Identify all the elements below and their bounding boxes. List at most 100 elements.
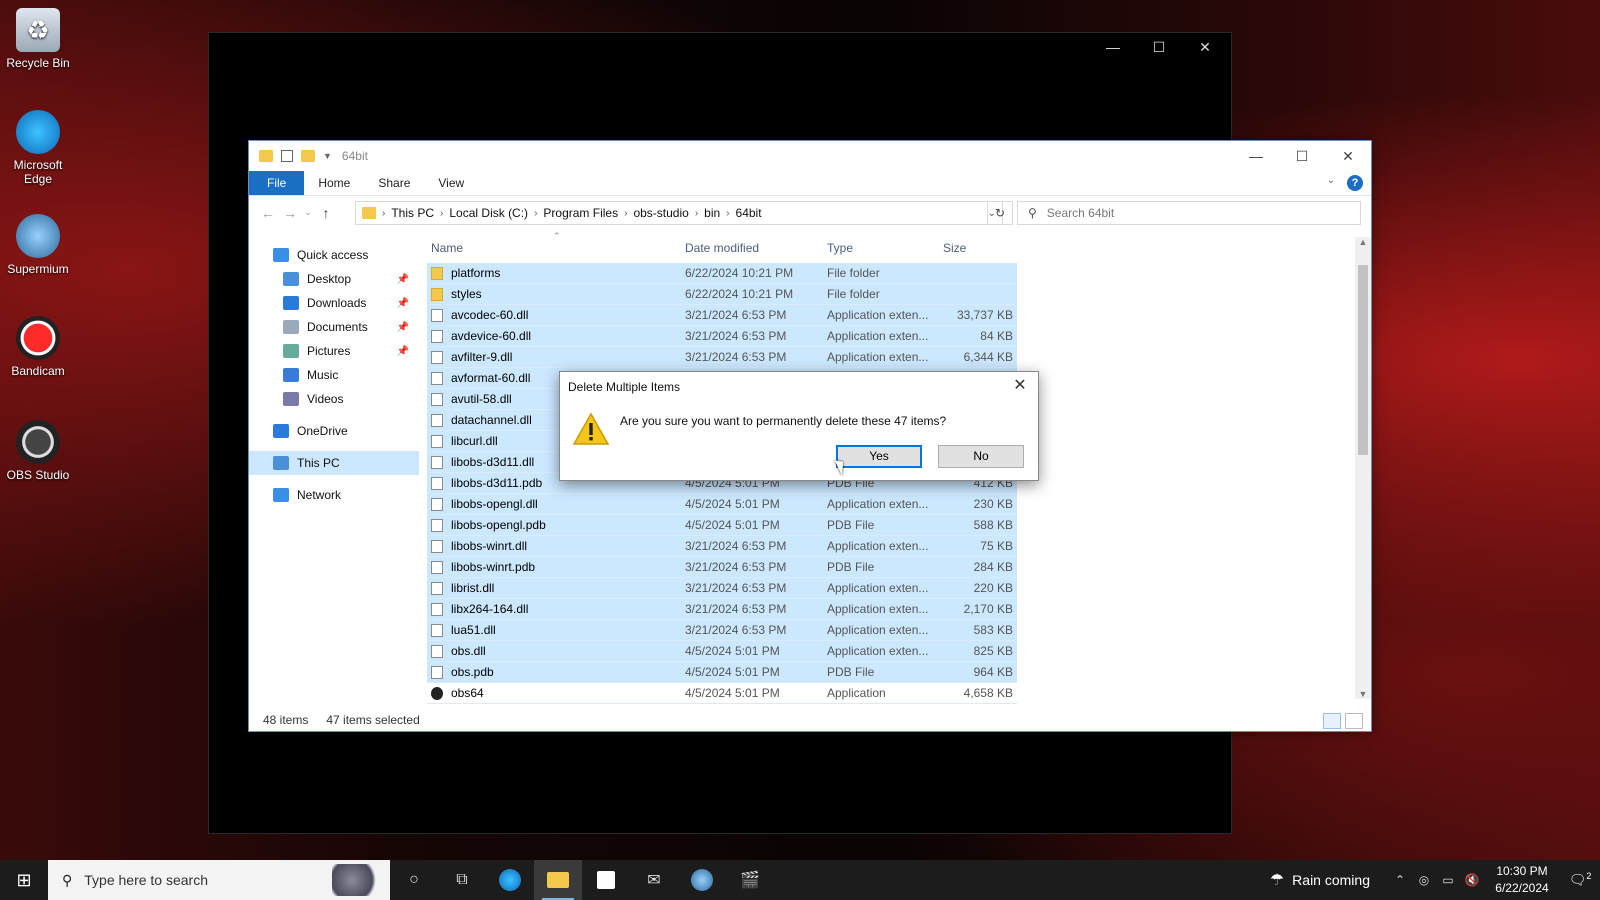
forward-icon[interactable]: → bbox=[279, 205, 301, 221]
column-type[interactable]: Type bbox=[827, 241, 853, 255]
taskbar-supermium-icon[interactable] bbox=[678, 860, 726, 900]
cell-type: File folder bbox=[827, 266, 880, 280]
up-icon[interactable]: ↑ bbox=[315, 205, 337, 221]
help-icon[interactable]: ? bbox=[1347, 175, 1363, 191]
scroll-down-icon[interactable]: ▼ bbox=[1355, 689, 1371, 699]
column-size[interactable]: Size bbox=[943, 241, 966, 255]
desktop-icon-bandicam[interactable]: Bandicam bbox=[0, 316, 76, 378]
cell-name: libobs-opengl.pdb bbox=[451, 518, 546, 532]
tab-file[interactable]: File bbox=[249, 171, 305, 195]
cell-name: avformat-60.dll bbox=[451, 371, 531, 385]
vertical-scrollbar[interactable]: ▲ ▼ bbox=[1355, 237, 1371, 699]
table-row[interactable]: styles 6/22/2024 10:21 PM File folder bbox=[427, 284, 1017, 305]
close-icon[interactable]: ✕ bbox=[1010, 375, 1030, 395]
tab-view[interactable]: View bbox=[424, 171, 478, 195]
maximize-icon[interactable]: ☐ bbox=[1279, 141, 1325, 171]
taskbar-search[interactable]: ⚲ Type here to search bbox=[48, 860, 390, 900]
table-row[interactable]: libobs-opengl.pdb 4/5/2024 5:01 PM PDB Fil… bbox=[427, 515, 1017, 536]
chevron-right-icon: › bbox=[726, 207, 730, 219]
table-row[interactable]: avdevice-60.dll 3/21/2024 6:53 PM Applicat… bbox=[427, 326, 1017, 347]
breadcrumb-64bit[interactable]: 64bit bbox=[736, 206, 762, 220]
minimize-icon[interactable]: — bbox=[1233, 141, 1279, 171]
cell-type: Application exten... bbox=[827, 350, 929, 364]
taskbar-file-explorer-icon[interactable] bbox=[534, 860, 582, 900]
customize-toolbar-icon[interactable]: ▼ bbox=[323, 151, 332, 161]
desktop-icon-recycle-bin[interactable]: ♻ Recycle Bin bbox=[0, 8, 76, 70]
refresh-button[interactable]: ↻ bbox=[987, 201, 1013, 225]
table-row[interactable]: obs64 4/5/2024 5:01 PM Application 4,658 KB bbox=[427, 683, 1017, 704]
tab-share[interactable]: Share bbox=[364, 171, 424, 195]
clock-date: 6/22/2024 bbox=[1495, 881, 1549, 895]
nav-item-videos[interactable]: Videos bbox=[249, 387, 419, 411]
nav-item-network[interactable]: Network bbox=[249, 483, 419, 507]
cell-size: 583 KB bbox=[973, 623, 1013, 637]
breadcrumb-this-pc[interactable]: This PC bbox=[391, 206, 434, 220]
nav-item-pictures[interactable]: Pictures 📌 bbox=[249, 339, 419, 363]
back-icon[interactable]: ← bbox=[257, 205, 279, 221]
nav-item-quick-access[interactable]: Quick access bbox=[249, 243, 419, 267]
network-icon[interactable]: ▭ bbox=[1436, 873, 1460, 887]
column-date[interactable]: Date modified bbox=[685, 241, 759, 255]
close-icon[interactable]: ✕ bbox=[1187, 39, 1223, 56]
desktop-icon bbox=[283, 272, 299, 286]
volume-muted-icon[interactable]: 🔇 bbox=[1460, 873, 1484, 887]
taskbar-store-icon[interactable] bbox=[582, 860, 630, 900]
table-row[interactable]: libobs-winrt.dll 3/21/2024 6:53 PM Applica… bbox=[427, 536, 1017, 557]
address-bar[interactable]: › This PC › Local Disk (C:) › Program Fi… bbox=[355, 201, 1003, 225]
column-name[interactable]: Name bbox=[431, 241, 463, 255]
expand-ribbon-icon[interactable]: ⌄ bbox=[1327, 175, 1335, 186]
scroll-up-icon[interactable]: ▲ bbox=[1355, 237, 1371, 247]
webcam-icon[interactable]: ◎ bbox=[1412, 873, 1436, 887]
recent-locations-icon[interactable]: ⌄ bbox=[301, 207, 315, 218]
nav-item-downloads[interactable]: Downloads 📌 bbox=[249, 291, 419, 315]
nav-item-desktop[interactable]: Desktop 📌 bbox=[249, 267, 419, 291]
task-view-icon[interactable]: ⧉ bbox=[438, 860, 486, 900]
breadcrumb-local-disk[interactable]: Local Disk (C:) bbox=[449, 206, 528, 220]
cell-type: PDB File bbox=[827, 560, 875, 574]
details-view-icon[interactable] bbox=[1323, 713, 1341, 729]
table-row[interactable]: librist.dll 3/21/2024 6:53 PM Application … bbox=[427, 578, 1017, 599]
table-row[interactable]: avcodec-60.dll 3/21/2024 6:53 PM Applicati… bbox=[427, 305, 1017, 326]
breadcrumb-bin[interactable]: bin bbox=[704, 206, 720, 220]
yes-button[interactable]: Yes bbox=[836, 445, 922, 468]
maximize-icon[interactable]: ☐ bbox=[1141, 39, 1177, 56]
desktop-icon-supermium[interactable]: Supermium bbox=[0, 214, 76, 276]
cell-date: 4/5/2024 5:01 PM bbox=[685, 497, 780, 511]
new-folder-icon[interactable] bbox=[301, 150, 315, 162]
taskbar-mail-icon[interactable]: ✉ bbox=[630, 860, 678, 900]
table-row[interactable]: libx264-164.dll 3/21/2024 6:53 PM Applicat… bbox=[427, 599, 1017, 620]
cortana-icon[interactable]: ○ bbox=[390, 860, 438, 900]
nav-item-this-pc[interactable]: This PC bbox=[249, 451, 419, 475]
scroll-thumb[interactable] bbox=[1358, 265, 1368, 455]
table-row[interactable]: obs.pdb 4/5/2024 5:01 PM PDB File 964 KB bbox=[427, 662, 1017, 683]
this-pc-icon bbox=[273, 456, 289, 470]
table-row[interactable]: obs.dll 4/5/2024 5:01 PM Application exten… bbox=[427, 641, 1017, 662]
table-row[interactable]: platforms 6/22/2024 10:21 PM File folder bbox=[427, 263, 1017, 284]
desktop-icon-edge[interactable]: Microsoft Edge bbox=[0, 110, 76, 186]
nav-item-onedrive[interactable]: OneDrive bbox=[249, 419, 419, 443]
weather-text[interactable]: Rain coming bbox=[1292, 872, 1370, 888]
tab-home[interactable]: Home bbox=[304, 171, 364, 195]
table-row[interactable]: lua51.dll 3/21/2024 6:53 PM Application ex… bbox=[427, 620, 1017, 641]
cell-size: 588 KB bbox=[973, 518, 1013, 532]
properties-icon[interactable] bbox=[281, 150, 293, 162]
table-row[interactable]: avfilter-9.dll 3/21/2024 6:53 PM Applicati… bbox=[427, 347, 1017, 368]
breadcrumb-obs-studio[interactable]: obs-studio bbox=[633, 206, 688, 220]
breadcrumb-program-files[interactable]: Program Files bbox=[543, 206, 618, 220]
notifications-button[interactable]: 🗨2 bbox=[1560, 871, 1600, 889]
minimize-icon[interactable]: — bbox=[1095, 39, 1131, 55]
table-row[interactable]: libobs-winrt.pdb 3/21/2024 6:53 PM PDB Fil… bbox=[427, 557, 1017, 578]
search-input[interactable]: ⚲ Search 64bit bbox=[1017, 201, 1361, 225]
table-row[interactable]: libobs-opengl.dll 4/5/2024 5:01 PM Applica… bbox=[427, 494, 1017, 515]
large-icons-view-icon[interactable] bbox=[1345, 713, 1363, 729]
desktop-icon-obs[interactable]: OBS Studio bbox=[0, 420, 76, 482]
taskbar-clapper-icon[interactable]: 🎬 bbox=[726, 860, 774, 900]
start-button[interactable]: ⊞ bbox=[0, 860, 48, 900]
taskbar-edge-icon[interactable] bbox=[486, 860, 534, 900]
nav-item-music[interactable]: Music bbox=[249, 363, 419, 387]
nav-item-documents[interactable]: Documents 📌 bbox=[249, 315, 419, 339]
no-button[interactable]: No bbox=[938, 445, 1024, 468]
clock[interactable]: 10:30 PM 6/22/2024 bbox=[1484, 863, 1560, 897]
close-icon[interactable]: ✕ bbox=[1325, 141, 1371, 171]
show-hidden-icons-icon[interactable]: ⌃ bbox=[1388, 873, 1412, 887]
